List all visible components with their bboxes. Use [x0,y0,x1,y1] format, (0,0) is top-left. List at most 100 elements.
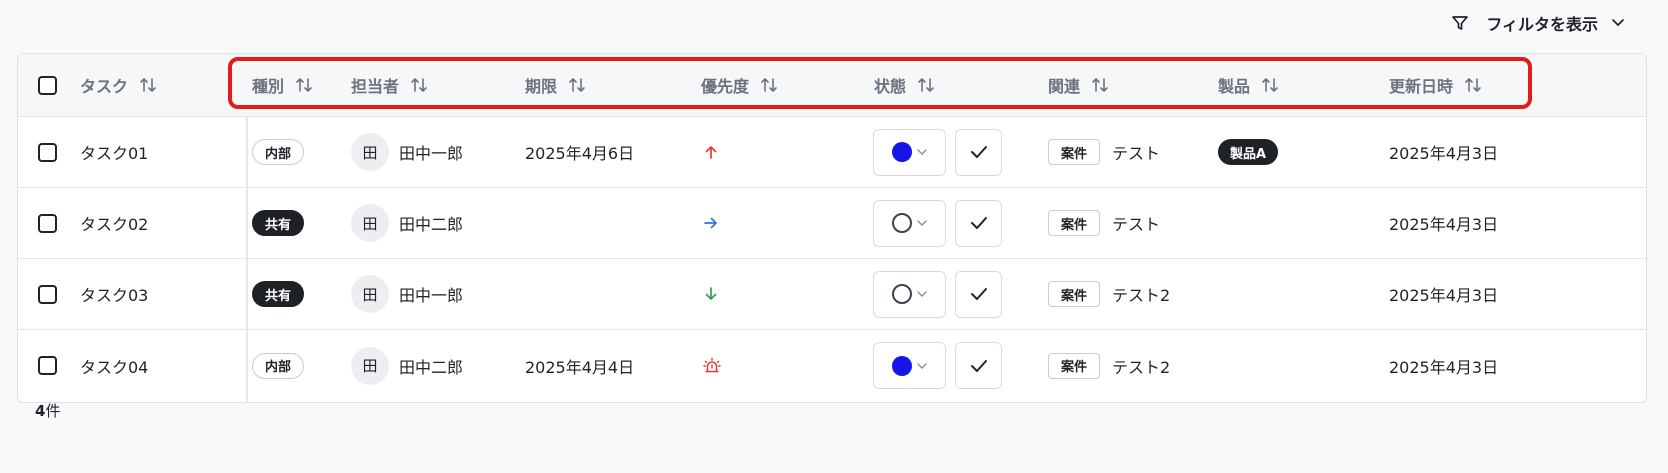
chevron-down-icon [1608,13,1628,33]
related-cell: 案件 テスト2 [1048,330,1170,401]
column-header-assignee[interactable]: 担当者 [351,54,429,116]
check-icon [970,359,987,372]
column-header-type[interactable]: 種別 [252,54,314,116]
show-filter-label: フィルタを表示 [1486,15,1598,34]
row-checkbox[interactable] [38,356,57,375]
toolbar: フィルタを表示 [1450,8,1628,38]
sort-icon[interactable] [138,76,158,94]
task-list-page: フィルタを表示 タスク 種別 担当者 期限 優先度 状態 関連 製品 更新日時 … [0,0,1668,473]
status-dot-icon [891,213,912,233]
priority-cell [703,117,719,187]
sort-icon[interactable] [294,76,314,94]
task-name[interactable]: タスク04 [80,354,148,378]
task-table: タスク 種別 担当者 期限 優先度 状態 関連 製品 更新日時 タスク01 内部… [17,53,1647,403]
column-header-updated[interactable]: 更新日時 [1389,54,1483,116]
type-cell: 内部 [252,330,305,401]
row-select-cell [38,259,57,329]
sort-icon[interactable] [409,76,429,94]
show-filter-button[interactable]: フィルタを表示 [1486,11,1628,35]
updated-date-cell: 2025年4月3日 [1389,259,1498,329]
status-cell [873,259,1002,329]
table-header-row: タスク 種別 担当者 期限 優先度 状態 関連 製品 更新日時 [18,54,1646,117]
column-header-priority[interactable]: 優先度 [701,54,779,116]
related-type-tag: 案件 [1048,210,1101,236]
select-all-checkbox[interactable] [38,75,57,95]
status-select[interactable] [873,199,946,247]
column-header-updated-label: 更新日時 [1389,77,1454,96]
related-cell: 案件 テスト [1048,117,1160,187]
column-header-task-label: タスク [80,77,129,96]
status-cell [873,117,1002,187]
due-date-cell: 2025年4月4日 [525,330,634,401]
assignee-name: 田中二郎 [399,215,464,234]
column-header-related[interactable]: 関連 [1048,54,1110,116]
avatar: 田 [351,204,389,242]
related-name[interactable]: テスト [1112,211,1160,235]
sort-icon[interactable] [1260,76,1280,94]
task-name[interactable]: タスク02 [80,211,148,235]
row-checkbox[interactable] [38,284,57,304]
task-name-cell: タスク02 [80,188,148,258]
row-select-cell [38,330,57,401]
related-name[interactable]: テスト2 [1112,354,1170,378]
check-icon [970,217,987,229]
task-name[interactable]: タスク01 [80,140,148,164]
sort-icon[interactable] [1463,76,1483,94]
row-select-cell [38,117,57,187]
sort-icon[interactable] [916,76,936,94]
chevron-down-icon [916,149,927,155]
column-header-product[interactable]: 製品 [1218,54,1280,116]
column-header-due-label: 期限 [525,77,558,96]
sort-icon[interactable] [567,76,587,94]
column-header-type-label: 種別 [252,77,285,96]
status-cell [873,330,1002,401]
assignee-cell: 田 田中二郎 [351,188,463,258]
table-row[interactable]: タスク01 内部 田 田中一郎 2025年4月6日 案件 テスト 製品A 202… [18,117,1646,188]
assignee-cell: 田 田中二郎 [351,330,463,401]
related-type-tag: 案件 [1048,281,1101,307]
row-checkbox[interactable] [38,142,57,162]
status-dot-icon [891,284,912,304]
complete-button[interactable] [955,128,1002,176]
record-count: 4件 [35,400,60,421]
sort-icon[interactable] [1090,76,1110,94]
complete-button[interactable] [955,270,1002,318]
status-select[interactable] [873,342,946,389]
complete-button[interactable] [955,342,1002,389]
type-badge: 共有 [252,281,305,307]
avatar: 田 [351,346,389,385]
check-icon [970,146,987,158]
table-row[interactable]: タスク04 内部 田 田中二郎 2025年4月4日 案件 テスト2 2025年4… [18,330,1646,401]
row-checkbox[interactable] [38,213,57,233]
column-header-task[interactable]: タスク [80,54,158,116]
complete-button[interactable] [955,199,1002,247]
related-name[interactable]: テスト2 [1112,282,1170,306]
table-row[interactable]: タスク02 共有 田 田中二郎 案件 テスト 2025年4月3日 [18,188,1646,259]
column-header-due[interactable]: 期限 [525,54,587,116]
updated-date-cell: 2025年4月3日 [1389,330,1498,401]
avatar: 田 [351,133,389,171]
task-name[interactable]: タスク03 [80,282,148,306]
record-count-number: 4 [35,402,46,420]
related-name[interactable]: テスト [1112,140,1160,164]
product-cell: 製品A [1218,117,1279,187]
chevron-down-icon [916,362,927,369]
sort-icon[interactable] [759,76,779,94]
due-date: 2025年4月4日 [525,357,635,377]
table-body: タスク01 内部 田 田中一郎 2025年4月6日 案件 テスト 製品A 202… [18,117,1646,401]
updated-date: 2025年4月3日 [1389,144,1499,163]
table-row[interactable]: タスク03 共有 田 田中一郎 案件 テスト2 2025年4月3日 [18,259,1646,330]
type-badge: 内部 [252,352,305,379]
status-select[interactable] [873,270,946,318]
task-name-cell: タスク01 [80,117,148,187]
assignee-name: 田中一郎 [399,144,464,163]
type-badge: 内部 [252,139,305,165]
updated-date-cell: 2025年4月3日 [1389,117,1498,187]
filter-funnel-icon[interactable] [1450,13,1470,33]
related-cell: 案件 テスト [1048,188,1160,258]
related-cell: 案件 テスト2 [1048,259,1170,329]
type-cell: 共有 [252,259,305,329]
related-type-tag: 案件 [1048,352,1101,379]
status-select[interactable] [873,128,946,176]
column-header-status[interactable]: 状態 [874,54,936,116]
